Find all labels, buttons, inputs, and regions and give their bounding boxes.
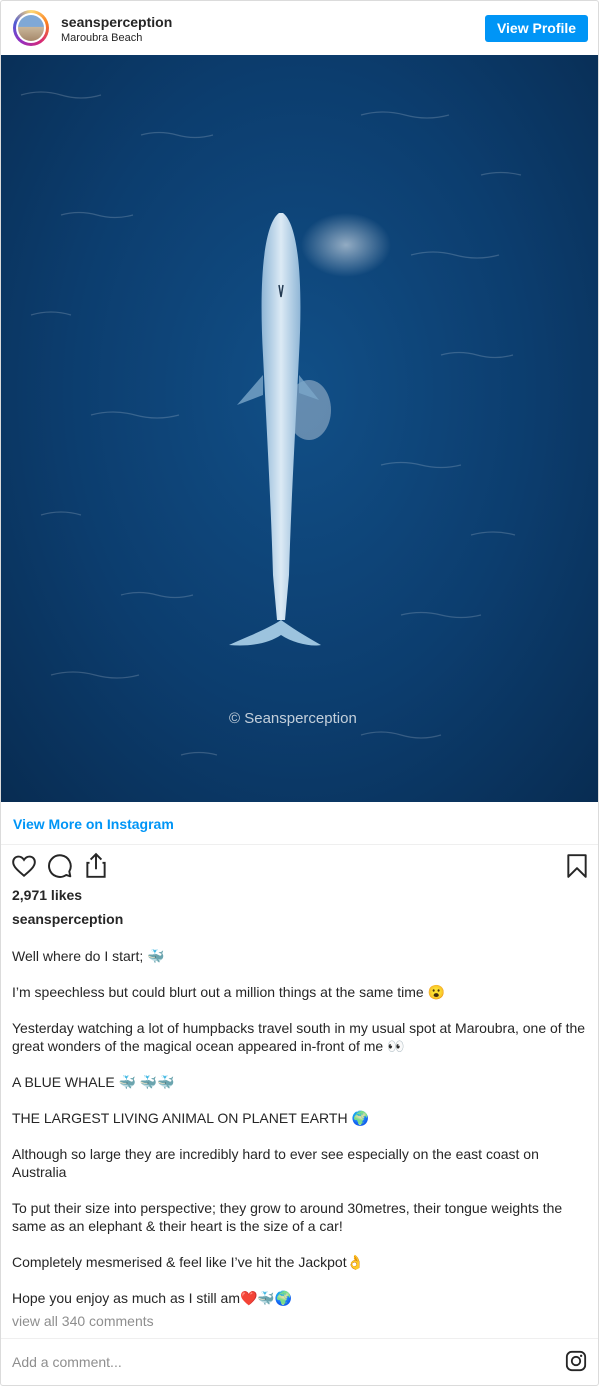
whale-photo-illustration [20,91,522,756]
add-comment-field[interactable]: Add a comment... [12,1354,122,1370]
photo-watermark: © Seansperception [229,710,357,727]
caption-line: I’m speechless but could blurt out a mil… [12,984,445,1000]
instagram-icon[interactable] [565,1350,587,1377]
bookmark-icon[interactable] [565,853,589,884]
divider [1,1338,598,1339]
caption-line: THE LARGEST LIVING ANIMAL ON PLANET EART… [12,1110,369,1126]
view-all-comments-link[interactable]: view all 340 comments [12,1313,154,1329]
view-profile-button[interactable]: View Profile [485,15,588,42]
post-username[interactable]: seansperception [61,14,172,30]
post-caption: Well where do I start; 🐳 I’m speechless … [12,947,590,1307]
caption-line: Yesterday watching a lot of humpbacks tr… [12,1020,586,1054]
avatar-image [18,15,44,41]
caption-line: Although so large they are incredibly ha… [12,1146,539,1180]
share-icon[interactable] [83,852,109,884]
caption-line: A BLUE WHALE 🐳 🐳🐳 [12,1074,175,1090]
caption-line: To put their size into perspective; they… [12,1200,563,1234]
comment-icon[interactable] [47,853,73,884]
caption-line: Completely mesmerised & feel like I’ve h… [12,1254,365,1270]
instagram-embed-card: seansperception Maroubra Beach View Prof… [0,0,599,1386]
post-location[interactable]: Maroubra Beach [61,32,142,44]
avatar[interactable] [13,10,49,46]
post-header: seansperception Maroubra Beach View Prof… [1,1,598,55]
caption-username[interactable]: seansperception [12,911,123,927]
likes-count[interactable]: 2,971 likes [12,887,82,903]
caption-line: Well where do I start; 🐳 [12,948,165,964]
heart-icon[interactable] [11,853,37,884]
post-image[interactable]: © Seansperception [1,55,598,802]
caption-line: Hope you enjoy as much as I still am❤️🐳🌍 [12,1290,293,1306]
view-more-link[interactable]: View More on Instagram [13,816,174,832]
divider [1,844,598,845]
